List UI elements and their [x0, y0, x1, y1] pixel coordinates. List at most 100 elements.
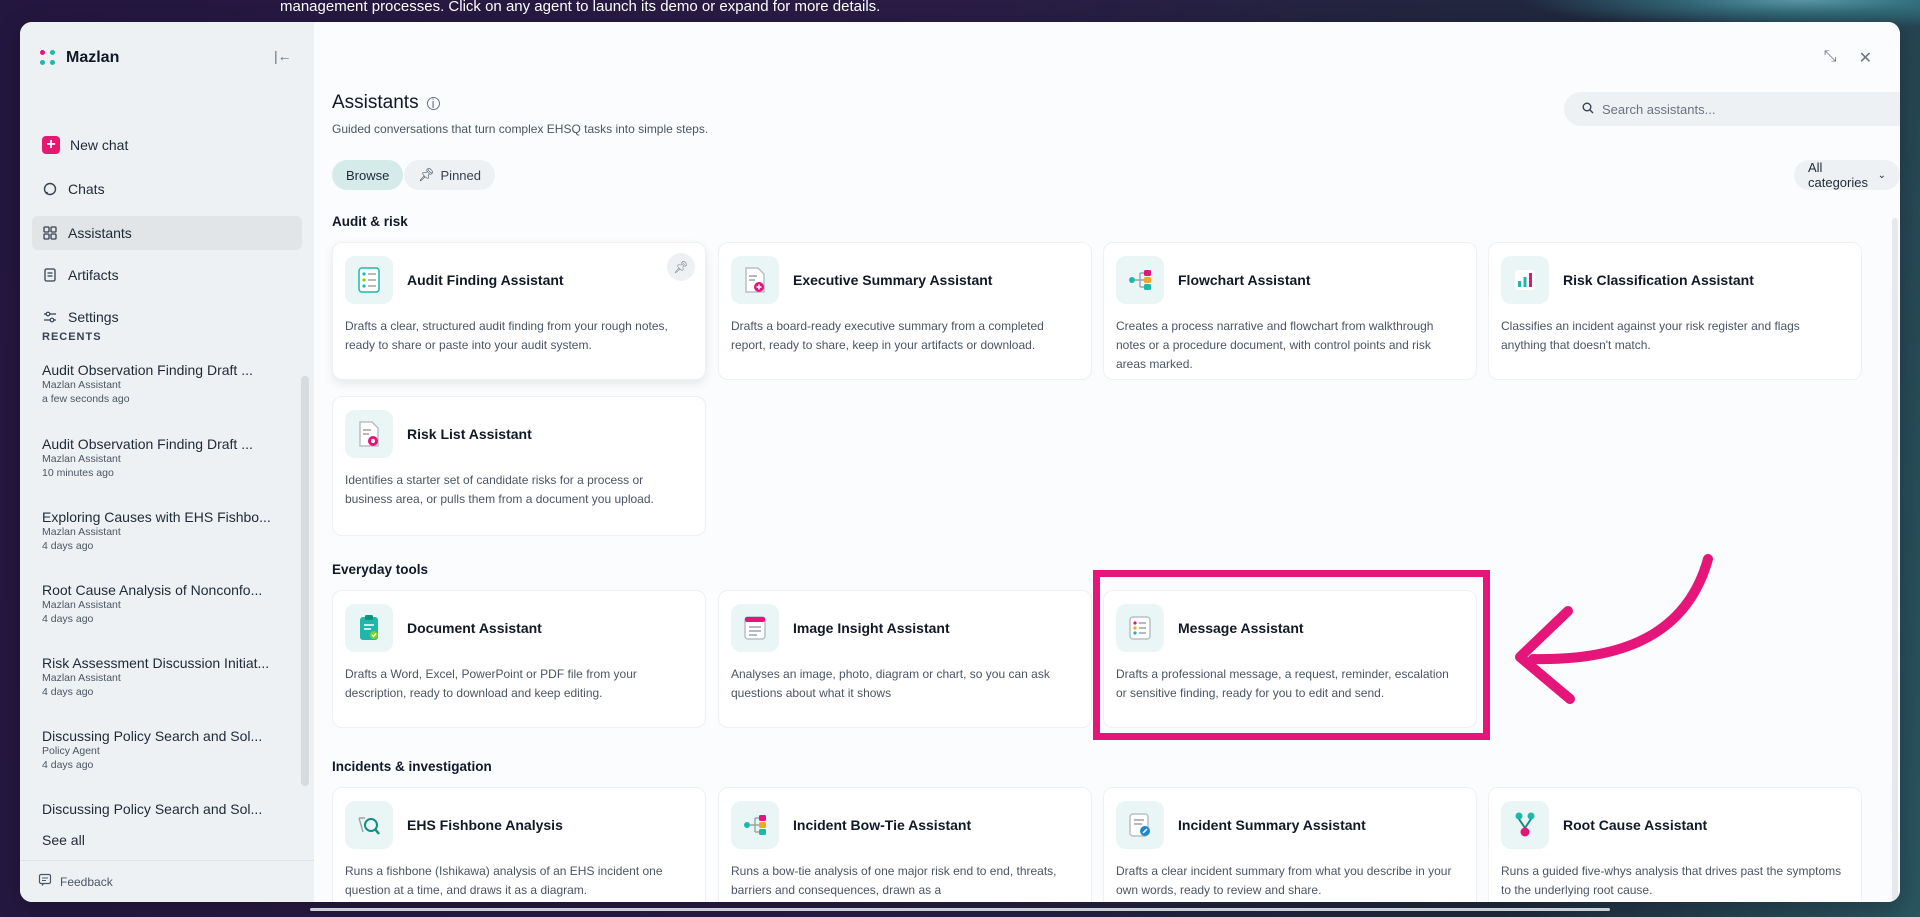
sidebar-item-assistants[interactable]: Assistants	[32, 216, 302, 250]
section-heading: Audit & risk	[332, 214, 408, 229]
filter-browse[interactable]: Browse	[332, 160, 404, 190]
recent-chat-title: Discussing Policy Search and Sol...	[42, 728, 263, 744]
arrow-annotation-icon	[1515, 554, 1713, 704]
fishbone-icon	[345, 801, 393, 849]
sidebar-item-label: Settings	[68, 309, 119, 325]
sidebar-item-label: Chats	[68, 181, 105, 197]
assistant-card-document[interactable]: Document Assistant Drafts a Word, Excel,…	[332, 590, 706, 728]
card-title: Document Assistant	[407, 620, 542, 636]
recent-chat-title: Root Cause Analysis of Nonconfo...	[42, 582, 263, 598]
recent-chat-item[interactable]: Exploring Causes with EHS Fishbo... Mazl…	[42, 509, 292, 553]
pin-icon: 📌︎	[418, 167, 435, 182]
bar-chart-icon	[1501, 256, 1549, 304]
card-description: Drafts a board-ready executive summary f…	[731, 319, 1044, 352]
recent-chat-time: 4 days ago	[42, 540, 94, 552]
assistant-card-incident-bowtie[interactable]: Incident Bow-Tie Assistant Runs a bow-ti…	[718, 787, 1092, 902]
card-title: EHS Fishbone Analysis	[407, 817, 563, 833]
sidebar-item-settings[interactable]: Settings	[32, 300, 302, 334]
close-icon[interactable]: ✕	[1859, 48, 1872, 68]
assistant-card-flowchart[interactable]: Flowchart Assistant Creates a process na…	[1103, 242, 1477, 380]
assistant-card-root-cause[interactable]: Root Cause Assistant Runs a guided five-…	[1488, 787, 1862, 902]
sidebar-item-label: Artifacts	[68, 267, 119, 283]
recent-chat-item[interactable]: Audit Observation Finding Draft ... Mazl…	[42, 436, 292, 480]
recent-chat-title: Audit Observation Finding Draft ...	[42, 362, 253, 378]
assistant-card-risk-list[interactable]: Risk List Assistant Identifies a starter…	[332, 396, 706, 536]
recent-chat-item[interactable]: Root Cause Analysis of Nonconfo... Mazla…	[42, 582, 292, 626]
recent-chat-agent: Mazlan Assistant	[42, 453, 121, 465]
assistant-card-executive-summary[interactable]: Executive Summary Assistant Drafts a boa…	[718, 242, 1092, 380]
sidebar-item-artifacts[interactable]: Artifacts	[32, 258, 302, 292]
document-badge-icon	[345, 410, 393, 458]
main-scrollbar[interactable]	[1892, 218, 1898, 902]
highlight-annotation-box	[1093, 570, 1490, 740]
recent-chat-agent: Mazlan Assistant	[42, 599, 121, 611]
category-select-value: All categories	[1808, 160, 1868, 190]
recent-chat-time: a few seconds ago	[42, 393, 130, 405]
assistant-card-incident-summary[interactable]: Incident Summary Assistant Drafts a clea…	[1103, 787, 1477, 902]
chat-bubble-icon	[42, 181, 58, 197]
bottom-edge-shadow	[310, 908, 1610, 911]
card-title: Image Insight Assistant	[793, 620, 950, 636]
brand-name: Mazlan	[66, 49, 120, 66]
card-description: Analyses an image, photo, diagram or cha…	[731, 667, 1050, 700]
card-title: Incident Bow-Tie Assistant	[793, 817, 972, 833]
recent-chat-time: 4 days ago	[42, 613, 94, 625]
assistant-card-image-insight[interactable]: Image Insight Assistant Analyses an imag…	[718, 590, 1092, 728]
filter-pinned-label: Pinned	[440, 167, 481, 183]
info-icon[interactable]: i	[426, 96, 440, 110]
recent-chat-title: Discussing Policy Search and Sol...	[42, 801, 263, 817]
grid-icon	[42, 225, 58, 241]
document-icon	[42, 267, 58, 283]
assistant-card-risk-classification[interactable]: Risk Classification Assistant Classifies…	[1488, 242, 1862, 380]
card-description: Creates a process narrative and flowchar…	[1116, 319, 1434, 371]
card-title: Risk List Assistant	[407, 426, 532, 442]
recent-chat-item[interactable]: Audit Observation Finding Draft ... Mazl…	[42, 362, 292, 406]
search-input[interactable]	[1602, 101, 1900, 117]
image-doc-icon	[731, 604, 779, 652]
assistant-card-ehs-fishbone[interactable]: EHS Fishbone Analysis Runs a fishbone (I…	[332, 787, 706, 902]
card-description: Drafts a clear incident summary from wha…	[1116, 864, 1452, 897]
assistants-panel: ⤡ ✕ Assistants i Guided conversations th…	[314, 22, 1900, 902]
recent-chat-agent: Policy Agent	[42, 745, 100, 757]
clipboard-check-icon	[345, 604, 393, 652]
search-box[interactable]	[1564, 92, 1900, 126]
recent-chat-title: Risk Assessment Discussion Initiat...	[42, 655, 270, 671]
section-heading: Everyday tools	[332, 562, 429, 577]
document-plus-icon	[731, 256, 779, 304]
summary-edit-icon	[1116, 801, 1164, 849]
brand[interactable]: Mazlan	[38, 48, 119, 68]
search-icon	[1582, 102, 1594, 117]
card-description: Runs a guided five-whys analysis that dr…	[1501, 864, 1842, 897]
page-subtitle: Guided conversations that turn complex E…	[332, 122, 709, 136]
flowchart-icon	[1116, 256, 1164, 304]
pin-icon[interactable]: 📌︎	[667, 253, 695, 281]
recent-chat-time: 10 minutes ago	[42, 467, 114, 479]
assistant-card-audit-finding[interactable]: Audit Finding Assistant Drafts a clear, …	[332, 242, 706, 380]
category-select[interactable]: All categories ⌄	[1794, 160, 1900, 190]
app-window: Mazlan |← + New chat Chats Assistants Ar…	[20, 22, 1900, 902]
card-description: Drafts a Word, Excel, PowerPoint or PDF …	[345, 667, 637, 700]
card-title: Root Cause Assistant	[1563, 817, 1708, 833]
sidebar-item-label: Assistants	[68, 225, 132, 241]
page-title-text: Assistants	[332, 92, 419, 113]
recent-chat-agent: Mazlan Assistant	[42, 526, 121, 538]
recent-chat-item[interactable]: Risk Assessment Discussion Initiat... Ma…	[42, 655, 292, 699]
recent-chat-item[interactable]: Discussing Policy Search and Sol...	[42, 801, 292, 817]
recent-chat-title: Exploring Causes with EHS Fishbo...	[42, 509, 271, 525]
card-description: Classifies an incident against your risk…	[1501, 319, 1800, 352]
sidebar-item-chats[interactable]: Chats	[32, 172, 302, 206]
expand-icon[interactable]: ⤡	[1824, 48, 1837, 68]
card-title: Flowchart Assistant	[1178, 272, 1311, 288]
card-description: Drafts a clear, structured audit finding…	[345, 319, 668, 352]
card-description: Identifies a starter set of candidate ri…	[345, 473, 654, 506]
feedback-button[interactable]: Feedback	[20, 860, 314, 902]
filter-pinned[interactable]: 📌︎ Pinned	[404, 160, 495, 190]
new-chat-button[interactable]: + New chat	[32, 128, 302, 162]
card-description: Runs a bow-tie analysis of one major ris…	[731, 864, 1057, 897]
collapse-sidebar-icon[interactable]: |←	[274, 48, 292, 64]
recent-chat-item[interactable]: Discussing Policy Search and Sol... Poli…	[42, 728, 292, 772]
see-all-link[interactable]: See all	[42, 832, 85, 848]
page-title: Assistants i	[332, 92, 440, 114]
sidebar-scrollbar[interactable]	[301, 376, 309, 786]
plus-icon: +	[42, 136, 60, 154]
